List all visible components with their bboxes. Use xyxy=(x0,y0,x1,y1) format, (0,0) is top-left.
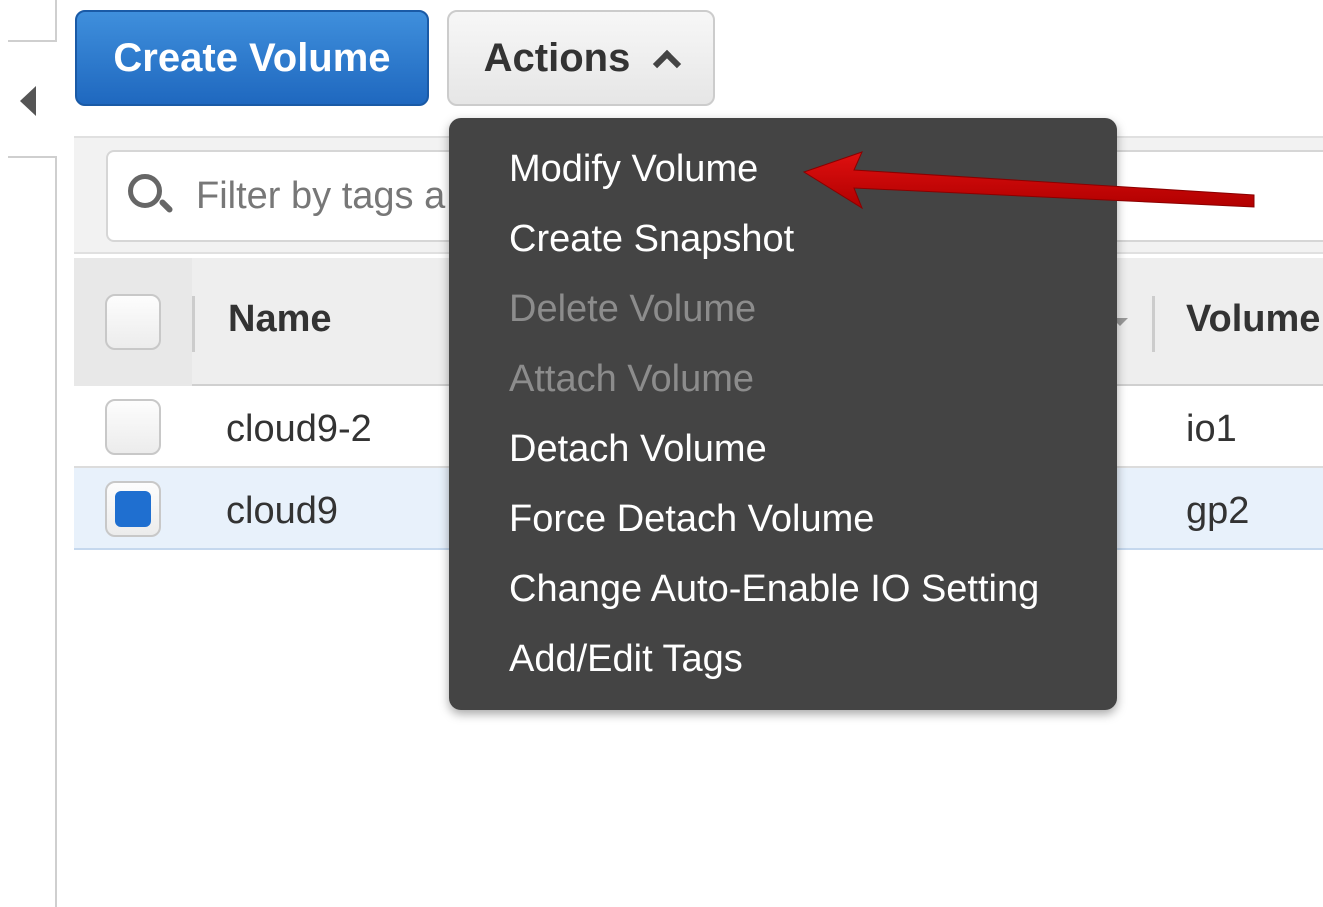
filter-placeholder: Filter by tags a xyxy=(196,174,446,217)
menu-item-create-snapshot[interactable]: Create Snapshot xyxy=(449,210,1117,280)
row-checkbox[interactable] xyxy=(105,399,161,455)
menu-item-force-detach-volume[interactable]: Force Detach Volume xyxy=(449,490,1117,560)
select-all-checkbox[interactable] xyxy=(105,294,161,350)
column-header-volume-type[interactable]: Volume xyxy=(1186,298,1320,341)
menu-item-delete-volume: Delete Volume xyxy=(509,288,757,330)
nav-divider xyxy=(8,156,56,158)
nav-divider xyxy=(55,156,57,907)
actions-label: Actions xyxy=(483,35,631,80)
collapse-left-icon[interactable] xyxy=(20,86,36,116)
column-separator[interactable] xyxy=(192,296,195,352)
row-name: cloud9 xyxy=(226,490,338,532)
red-arrow-icon xyxy=(802,151,1255,210)
menu-item-attach-volume: Attach Volume xyxy=(509,358,755,400)
row-volume-type: io1 xyxy=(1186,408,1237,450)
create-volume-button[interactable]: Create Volume xyxy=(75,10,429,106)
chevron-up-icon xyxy=(652,45,678,71)
column-header-name[interactable]: Name xyxy=(228,298,332,341)
search-icon xyxy=(124,170,176,222)
row-volume-type: gp2 xyxy=(1186,490,1250,532)
column-separator[interactable] xyxy=(1152,296,1155,352)
row-checkbox-checked[interactable] xyxy=(105,481,161,537)
menu-item-change-auto-enable-io[interactable]: Change Auto-Enable IO Setting xyxy=(449,560,1117,630)
row-name: cloud9-2 xyxy=(226,408,372,450)
menu-item-add-edit-tags[interactable]: Add/Edit Tags xyxy=(449,630,1117,700)
actions-button[interactable]: Actions xyxy=(447,10,715,106)
create-volume-label: Create Volume xyxy=(113,35,391,80)
nav-divider xyxy=(55,0,57,42)
nav-divider xyxy=(8,40,56,42)
menu-item-detach-volume[interactable]: Detach Volume xyxy=(449,420,1117,490)
ec2-volumes-page: Create Volume Actions Filter by tags a N… xyxy=(0,0,1323,907)
